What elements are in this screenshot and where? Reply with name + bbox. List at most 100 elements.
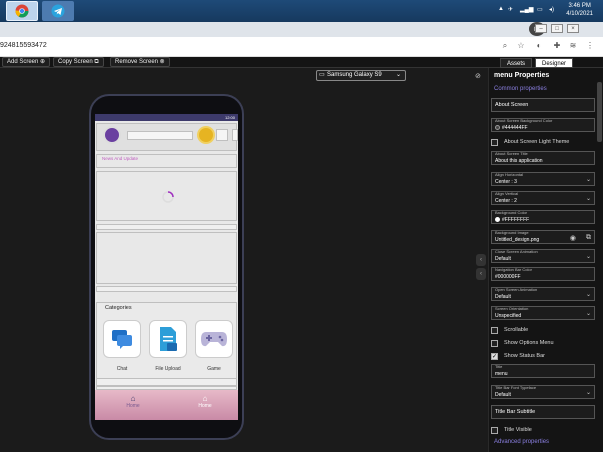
nav-home-2[interactable]: ⌂ Home — [185, 394, 225, 409]
prop-label: Open Screen Animation — [495, 287, 538, 292]
prop-value: menu — [495, 371, 508, 377]
prop-light-theme[interactable]: About Screen Light Theme — [491, 137, 569, 147]
prop-value: Default — [495, 392, 511, 398]
edit-image-icon[interactable]: ⧉ — [586, 234, 591, 242]
star-icon[interactable]: ☆ — [516, 41, 526, 51]
prop-about-bg-color[interactable]: About Screen Background Color #444444FF — [491, 118, 595, 132]
color-swatch-icon — [495, 217, 500, 222]
eye-icon[interactable]: ◉ — [570, 234, 576, 242]
prop-close-animation[interactable]: Close Screen Animation Default ⌄ — [491, 249, 595, 263]
checkbox-checked-icon[interactable]: ✓ — [491, 352, 498, 360]
tab-assets[interactable]: Assets — [500, 58, 533, 68]
slider-area — [96, 171, 237, 221]
minimize-button[interactable]: – — [535, 24, 547, 33]
prop-align-horizontal[interactable]: Align Horizontal Center : 3 ⌄ — [491, 172, 595, 186]
clock-date: 4/10/2021 — [566, 11, 593, 17]
chrome-taskbar-button[interactable] — [6, 1, 38, 21]
prop-scrollable[interactable]: Scrollable — [491, 325, 528, 335]
chevron-down-icon: ⌄ — [585, 311, 591, 317]
maximize-button[interactable]: □ — [551, 24, 563, 33]
collapse-right-handle[interactable]: ‹ — [476, 268, 486, 280]
app-screen-preview[interactable]: 12:00 News And Update Categories Chat Fi… — [95, 114, 238, 420]
checkbox-icon[interactable] — [491, 426, 498, 434]
prop-value: Center : 2 — [495, 198, 517, 204]
prop-title-bar-typeface[interactable]: Title Bar Font Typeface Default ⌄ — [491, 385, 595, 399]
remove-screen-button[interactable]: Remove Screen ⊗ — [110, 57, 170, 67]
prop-about-screen[interactable]: About Screen — [491, 98, 595, 112]
category-label-file-upload: File Upload — [155, 366, 181, 372]
category-file-upload[interactable] — [149, 320, 187, 358]
prop-title-bar-subtitle[interactable]: Title Bar Subtitle — [491, 405, 595, 419]
prop-nav-bar-color[interactable]: Navigation Bar Color #000000FF — [491, 267, 595, 281]
hide-eye-icon[interactable]: ⊘ — [475, 72, 481, 80]
header-textbox[interactable] — [127, 131, 193, 140]
prop-value: About this application — [495, 158, 543, 164]
signal-icon[interactable]: ▂▄▆ — [520, 6, 533, 13]
puzzle-icon[interactable]: ✚ — [552, 41, 562, 51]
advanced-properties-link[interactable]: Advanced properties — [494, 439, 549, 445]
wifi-profile-icon[interactable]: ≋ — [568, 41, 578, 51]
collapse-left-handle[interactable]: ‹ — [476, 254, 486, 266]
prop-label: Close Screen Animation — [495, 249, 538, 254]
prop-title-visible[interactable]: Title Visible — [491, 425, 532, 435]
chat-icon — [112, 330, 132, 349]
system-clock[interactable]: 3:46 PM 4/10/2021 — [566, 2, 593, 18]
chevron-down-icon: ⌄ — [585, 177, 591, 183]
chrome-icon — [15, 4, 29, 18]
spacer-box-2 — [96, 286, 237, 292]
prop-value: #FFFFFFFF — [502, 217, 530, 223]
close-window-button[interactable]: × — [567, 24, 579, 33]
extension-icon[interactable]: ◐ — [534, 41, 544, 51]
menu-dots-icon[interactable]: ⋮ — [585, 41, 595, 51]
app-status-bar: 12:00 — [95, 114, 238, 121]
loading-spinner-icon — [162, 191, 174, 203]
add-screen-button[interactable]: Add Screen ⊕ — [2, 57, 51, 67]
prop-label: Background Color — [495, 210, 528, 215]
telegram-icon — [51, 4, 65, 18]
telegram-taskbar-button[interactable] — [42, 1, 74, 21]
monitor-icon: ▭ — [319, 72, 325, 78]
device-select[interactable]: ▭ Samsung Galaxy S9 ⌄ — [316, 70, 406, 81]
zoom-icon[interactable]: ⌕ — [500, 41, 510, 51]
coin-icon[interactable] — [197, 126, 215, 144]
home-icon: ⌂ — [130, 394, 136, 403]
prop-open-animation[interactable]: Open Screen Animation Default ⌄ — [491, 287, 595, 301]
prop-show-status-bar[interactable]: ✓ Show Status Bar — [491, 351, 545, 361]
category-game[interactable] — [195, 320, 233, 358]
prop-background-color[interactable]: Background Color #FFFFFFFF — [491, 210, 595, 224]
prop-value: About Screen — [495, 102, 529, 108]
chevron-down-icon: ⌄ — [585, 292, 591, 298]
news-label: News And Update — [102, 156, 139, 161]
battery-icon[interactable]: ▭ — [537, 6, 543, 13]
common-properties-link[interactable]: Common properties — [494, 86, 547, 92]
chevron-down-icon: ⌄ — [585, 196, 591, 202]
url-text[interactable]: 924815593472 — [0, 42, 47, 49]
prop-align-vertical[interactable]: Align Vertical Center : 2 ⌄ — [491, 191, 595, 205]
prop-label: Background Image — [495, 230, 529, 235]
copy-screen-button[interactable]: Copy Screen ⧉ — [53, 57, 104, 67]
category-chat[interactable] — [103, 320, 141, 358]
tray-chevron-icon[interactable]: ▲ — [498, 6, 504, 12]
checkbox-icon[interactable] — [491, 138, 498, 146]
file-upload-icon — [160, 327, 177, 351]
prop-show-options-menu[interactable]: Show Options Menu — [491, 338, 554, 348]
prop-screen-orientation[interactable]: Screen Orientation Unspecified ⌄ — [491, 306, 595, 320]
money-bag-icon[interactable] — [103, 126, 121, 144]
prop-title[interactable]: Title menu — [491, 364, 595, 378]
coin-count-box — [216, 129, 228, 141]
volume-icon[interactable]: ◂) — [549, 6, 554, 13]
home-icon: ⌂ — [202, 394, 208, 403]
prop-background-image[interactable]: Background Image Untitled_design.png ◉ ⧉ — [491, 230, 595, 244]
spacer-box-1 — [96, 224, 237, 230]
checkbox-icon[interactable] — [491, 326, 498, 334]
nav-home-1[interactable]: ⌂ Home — [113, 394, 153, 409]
tray-telegram-icon[interactable]: ✈ — [508, 6, 513, 13]
prop-value: Show Options Menu — [504, 340, 554, 346]
panel-scrollbar[interactable] — [597, 82, 602, 142]
tab-designer[interactable]: Designer — [535, 58, 574, 68]
prop-value: #000000FF — [495, 274, 521, 280]
prop-about-title[interactable]: About Screen Title About this application — [491, 151, 595, 165]
checkbox-icon[interactable] — [491, 339, 498, 347]
phone-frame: 12:00 News And Update Categories Chat Fi… — [89, 94, 244, 440]
address-bar[interactable]: 924815593472 ⌕ ☆ ◐ ✚ ≋ ⋮ — [0, 37, 603, 57]
